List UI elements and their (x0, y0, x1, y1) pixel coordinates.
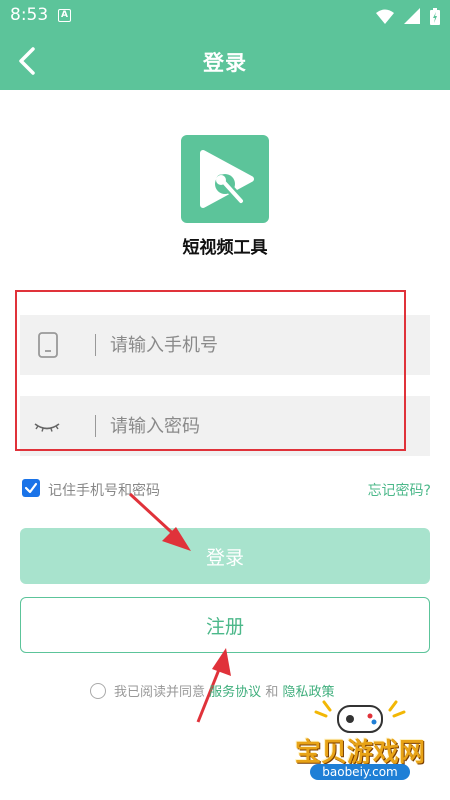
login-button[interactable]: 登录 (20, 528, 430, 584)
status-time: 8:53 (10, 5, 49, 25)
field-separator (95, 415, 96, 437)
page-title: 登录 (203, 51, 247, 75)
forgot-password-link[interactable]: 忘记密码? (368, 480, 431, 500)
gamepad-icon (314, 700, 406, 733)
password-field (20, 396, 430, 456)
status-bar: 8:53 A (0, 0, 450, 32)
field-separator (95, 334, 96, 356)
app-name: 短视频工具 (182, 238, 268, 258)
phone-input[interactable] (110, 315, 410, 375)
eye-closed-icon[interactable] (32, 413, 62, 439)
watermark: 宝贝游戏网 baobeiy.com (270, 696, 450, 800)
watermark-url: baobeiy.com (310, 764, 410, 780)
agreement-prefix: 我已阅读并同意 (114, 685, 206, 700)
remember-label: 记住手机号和密码 (48, 483, 160, 499)
agreement-radio[interactable] (90, 683, 106, 699)
app-logo (181, 135, 269, 223)
phone-icon (38, 332, 58, 358)
checkmark-icon (24, 482, 38, 494)
phone-field (20, 315, 430, 375)
password-input[interactable] (110, 396, 410, 456)
wifi-icon (376, 9, 394, 24)
battery-icon (430, 7, 440, 25)
register-button[interactable]: 注册 (20, 597, 430, 653)
service-agreement-link[interactable]: 服务协议 (209, 685, 261, 700)
remember-checkbox[interactable] (22, 479, 40, 497)
signal-icon (404, 8, 420, 24)
app-bar: 登录 (0, 32, 450, 90)
notification-icon: A (58, 9, 71, 22)
video-tool-icon (200, 150, 254, 208)
status-icons (376, 7, 440, 25)
